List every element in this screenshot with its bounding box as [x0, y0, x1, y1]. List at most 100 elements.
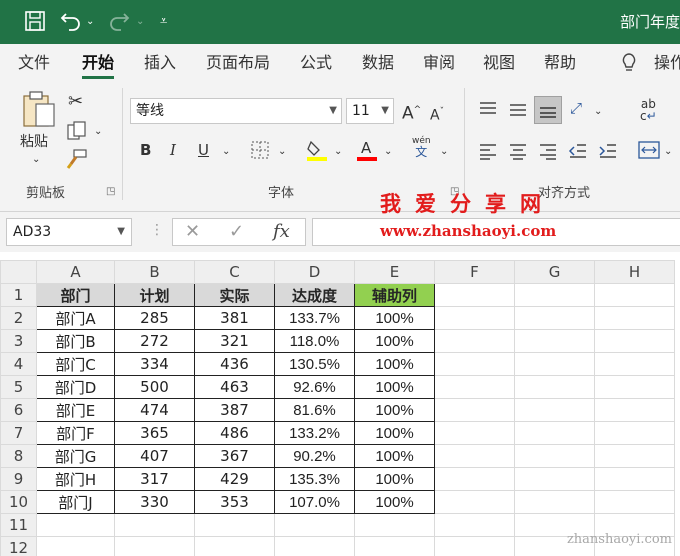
- row-header[interactable]: 12: [0, 536, 37, 556]
- row-header[interactable]: 1: [0, 283, 37, 307]
- cell[interactable]: [434, 375, 515, 399]
- increase-indent-icon[interactable]: [598, 142, 618, 165]
- save-icon[interactable]: [24, 10, 46, 39]
- tab-view[interactable]: 视图: [483, 52, 515, 74]
- font-size-select[interactable]: 11 ▼: [346, 98, 394, 124]
- cell[interactable]: 部门E: [36, 398, 115, 422]
- cell[interactable]: 429: [194, 467, 275, 491]
- cell[interactable]: 133.7%: [274, 306, 355, 330]
- cell[interactable]: 353: [194, 490, 275, 514]
- cell[interactable]: 135.3%: [274, 467, 355, 491]
- cell[interactable]: 部门G: [36, 444, 115, 468]
- tab-insert[interactable]: 插入: [144, 52, 176, 74]
- formula-bar-handle-icon[interactable]: ⋮: [150, 222, 164, 238]
- bold-button[interactable]: B: [140, 140, 151, 160]
- row-header[interactable]: 11: [0, 513, 37, 537]
- cell[interactable]: [514, 490, 595, 514]
- row-header[interactable]: 4: [0, 352, 37, 376]
- cell[interactable]: [514, 467, 595, 491]
- cell[interactable]: 486: [194, 421, 275, 445]
- italic-button[interactable]: I: [170, 140, 176, 160]
- tab-data[interactable]: 数据: [362, 52, 394, 74]
- cell[interactable]: 100%: [354, 444, 435, 468]
- font-color-icon[interactable]: A: [356, 138, 378, 167]
- clipboard-launcher-icon[interactable]: ◳: [106, 186, 115, 197]
- cell[interactable]: [434, 444, 515, 468]
- paste-dropdown-icon[interactable]: ⌄: [32, 150, 40, 170]
- cell[interactable]: [514, 306, 595, 330]
- cell[interactable]: [514, 329, 595, 353]
- cell[interactable]: 436: [194, 352, 275, 376]
- cell[interactable]: 321: [194, 329, 275, 353]
- cut-icon[interactable]: ✂: [68, 92, 83, 112]
- cell[interactable]: [594, 352, 675, 376]
- cell[interactable]: [434, 421, 515, 445]
- cell[interactable]: 100%: [354, 375, 435, 399]
- cell[interactable]: 118.0%: [274, 329, 355, 353]
- underline-button[interactable]: U: [198, 140, 209, 160]
- phonetic-dropdown-icon[interactable]: ⌄: [440, 142, 448, 162]
- copy-icon[interactable]: [66, 120, 88, 147]
- orientation-dropdown-icon[interactable]: ⌄: [594, 102, 602, 122]
- paste-icon[interactable]: [20, 90, 58, 135]
- cell[interactable]: [434, 490, 515, 514]
- cell[interactable]: [594, 375, 675, 399]
- cell[interactable]: [434, 398, 515, 422]
- cell[interactable]: 部门H: [36, 467, 115, 491]
- cell[interactable]: [594, 306, 675, 330]
- header-cell[interactable]: 辅助列: [354, 283, 435, 307]
- cell[interactable]: 100%: [354, 352, 435, 376]
- tab-tell-me[interactable]: 操作: [654, 52, 680, 74]
- undo-icon[interactable]: [60, 10, 82, 39]
- align-bottom-icon[interactable]: [534, 96, 562, 124]
- cell[interactable]: [594, 421, 675, 445]
- undo-dropdown-icon[interactable]: ⌄: [86, 10, 94, 34]
- cell[interactable]: 100%: [354, 490, 435, 514]
- cell[interactable]: 474: [114, 398, 195, 422]
- row-header[interactable]: 10: [0, 490, 37, 514]
- cell[interactable]: 133.2%: [274, 421, 355, 445]
- cell[interactable]: 272: [114, 329, 195, 353]
- cell[interactable]: [434, 329, 515, 353]
- redo-dropdown-icon[interactable]: ⌄: [136, 10, 144, 34]
- row-header[interactable]: 7: [0, 421, 37, 445]
- font-name-select[interactable]: 等线 ▼: [130, 98, 342, 124]
- row-header[interactable]: 3: [0, 329, 37, 353]
- cell[interactable]: [434, 352, 515, 376]
- increase-font-size-icon[interactable]: A^: [402, 100, 421, 124]
- enter-icon[interactable]: ✓: [229, 221, 244, 243]
- cell[interactable]: 92.6%: [274, 375, 355, 399]
- align-center-icon[interactable]: [508, 142, 528, 165]
- redo-icon[interactable]: [108, 10, 130, 39]
- header-cell[interactable]: 部门: [36, 283, 115, 307]
- align-right-icon[interactable]: [538, 142, 558, 165]
- borders-icon[interactable]: [250, 140, 270, 165]
- align-left-icon[interactable]: [478, 142, 498, 165]
- cell[interactable]: 部门F: [36, 421, 115, 445]
- cell[interactable]: 部门A: [36, 306, 115, 330]
- cell[interactable]: [274, 536, 355, 556]
- cell[interactable]: [514, 375, 595, 399]
- cell[interactable]: [514, 421, 595, 445]
- cell[interactable]: 部门B: [36, 329, 115, 353]
- copy-dropdown-icon[interactable]: ⌄: [94, 122, 102, 142]
- cell[interactable]: 330: [114, 490, 195, 514]
- decrease-font-size-icon[interactable]: Aˇ: [430, 102, 444, 126]
- cell[interactable]: [194, 536, 275, 556]
- cell[interactable]: 334: [114, 352, 195, 376]
- row-header[interactable]: 5: [0, 375, 37, 399]
- tab-help[interactable]: 帮助: [544, 52, 576, 74]
- customize-icon[interactable]: ⩡: [160, 10, 167, 34]
- cell[interactable]: 部门J: [36, 490, 115, 514]
- tab-home[interactable]: 开始: [82, 52, 115, 79]
- underline-dropdown-icon[interactable]: ⌄: [222, 142, 230, 162]
- cell[interactable]: [594, 329, 675, 353]
- align-top-icon[interactable]: [478, 100, 498, 123]
- cell[interactable]: [594, 490, 675, 514]
- cell[interactable]: 463: [194, 375, 275, 399]
- spreadsheet-grid[interactable]: A B C D E F G H 1 部门 计划 实际 达成度 辅助列 2 部门A…: [0, 260, 680, 556]
- cell[interactable]: 部门C: [36, 352, 115, 376]
- header-cell[interactable]: 实际: [194, 283, 275, 307]
- phonetic-guide-icon[interactable]: wén 文: [412, 136, 431, 158]
- column-header[interactable]: B: [114, 260, 195, 284]
